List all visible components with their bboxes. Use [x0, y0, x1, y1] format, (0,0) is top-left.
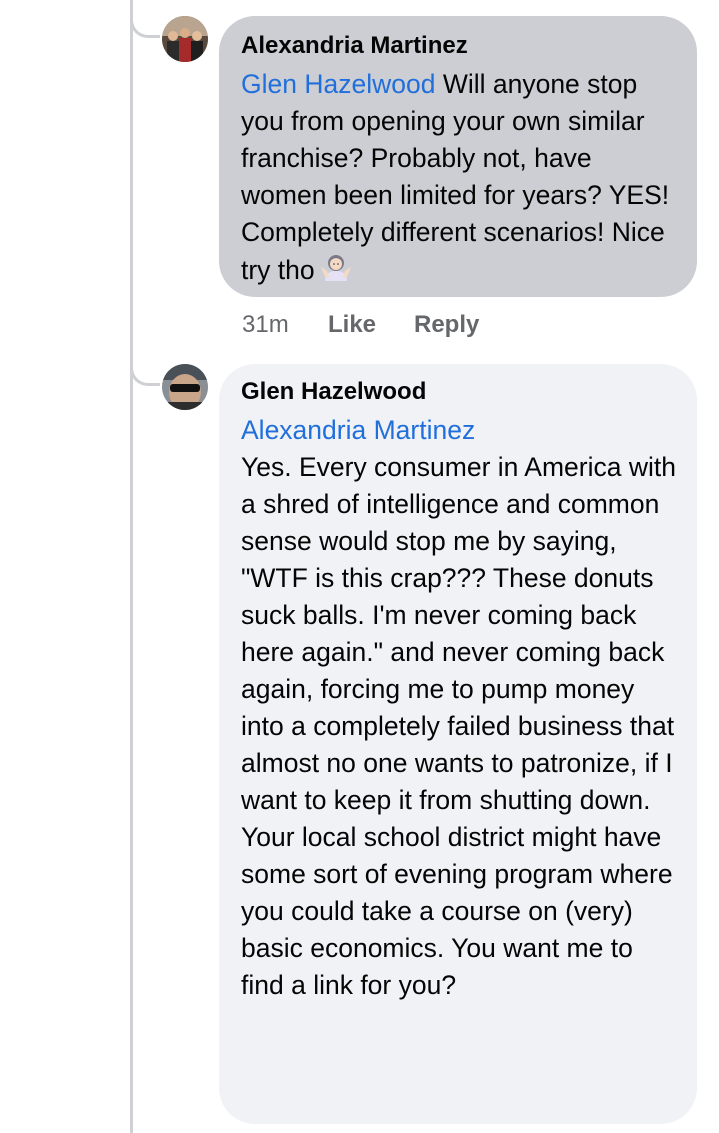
comment-bubble[interactable]: Alexandria Martinez Glen Hazelwood Will … [219, 16, 697, 297]
avatar[interactable] [162, 364, 208, 410]
reply-button[interactable]: Reply [414, 310, 479, 340]
comment-timestamp[interactable]: 31m [242, 310, 328, 340]
thread-branch [130, 360, 160, 386]
comment-body: Alexandria Martinez Yes. Every consumer i… [241, 412, 677, 1004]
thread-branch [130, 12, 160, 38]
comment-bubble[interactable]: Glen Hazelwood Alexandria Martinez Yes. E… [219, 364, 697, 1124]
comment-text: Yes. Every consumer in America with a sh… [241, 452, 676, 1000]
mention-link[interactable]: Glen Hazelwood [241, 69, 435, 99]
mention-link[interactable]: Alexandria Martinez [241, 412, 677, 449]
comment-author[interactable]: Alexandria Martinez [241, 32, 677, 60]
comment-meta: 31m Like Reply [242, 310, 479, 340]
comment-author[interactable]: Glen Hazelwood [241, 378, 677, 406]
thread-line [130, 0, 133, 1133]
man-sunglasses-avatar-icon [162, 364, 208, 410]
person-shrugging-emoji-icon [319, 251, 353, 295]
like-button[interactable]: Like [328, 310, 414, 340]
avatar[interactable] [162, 16, 208, 62]
comment-body: Glen Hazelwood Will anyone stop you from… [241, 66, 677, 295]
group-photo-avatar-icon [162, 16, 208, 62]
comment-text: Will anyone stop you from opening your o… [241, 69, 677, 285]
